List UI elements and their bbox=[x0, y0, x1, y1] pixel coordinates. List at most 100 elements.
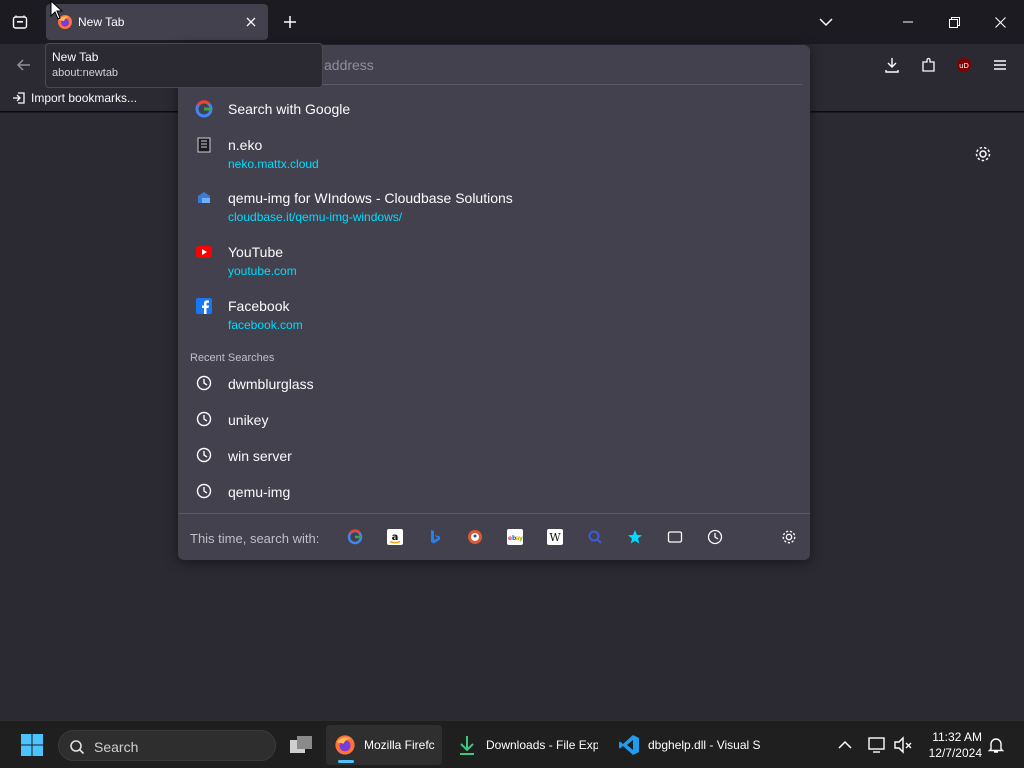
result-url: youtube.com bbox=[228, 264, 297, 278]
mouse-cursor-icon bbox=[50, 0, 64, 20]
firefox-icon bbox=[335, 735, 355, 755]
result-title: Facebook bbox=[228, 298, 290, 314]
back-button[interactable] bbox=[12, 53, 36, 77]
extensions-button[interactable] bbox=[917, 53, 941, 77]
url-input[interactable]: address bbox=[324, 57, 374, 73]
network-button[interactable] bbox=[865, 733, 889, 757]
tooltip-title: New Tab bbox=[52, 50, 99, 64]
import-icon bbox=[13, 92, 25, 104]
start-button[interactable] bbox=[20, 733, 44, 757]
result-cloudbase[interactable]: qemu-img for WIndows - Cloudbase Solutio… bbox=[178, 186, 810, 226]
recent-searches-label: Recent Searches bbox=[190, 352, 275, 364]
result-neko[interactable]: n.eko neko.mattx.cloud bbox=[178, 133, 810, 173]
bing-icon[interactable] bbox=[426, 528, 444, 546]
show-hidden-icons-button[interactable] bbox=[833, 733, 857, 757]
result-url: cloudbase.it/qemu-img-windows/ bbox=[228, 210, 403, 224]
vscode-icon bbox=[619, 735, 639, 755]
history-clock-icon bbox=[195, 410, 213, 428]
list-all-tabs-button[interactable] bbox=[814, 10, 838, 34]
puzzle-icon bbox=[922, 57, 935, 72]
svg-text:y: y bbox=[519, 535, 523, 542]
taskbar-app-vscode[interactable]: dbghelp.dll - Visual S bbox=[618, 725, 764, 765]
duckduckgo-icon[interactable] bbox=[466, 528, 484, 546]
close-icon bbox=[994, 16, 1006, 28]
task-view-button[interactable] bbox=[289, 733, 313, 757]
import-bookmarks-button[interactable]: Import bookmarks... bbox=[12, 91, 137, 105]
search-with-label: This time, search with: bbox=[190, 531, 320, 546]
notifications-button[interactable] bbox=[984, 733, 1008, 757]
hamburger-menu-icon bbox=[994, 60, 1006, 70]
amazon-icon[interactable]: a bbox=[386, 528, 404, 546]
ublock-button[interactable]: uD bbox=[952, 53, 976, 77]
recent-search-item[interactable]: win server bbox=[178, 444, 810, 468]
taskbar-search-box[interactable]: Search bbox=[58, 730, 276, 761]
svg-text:W: W bbox=[549, 531, 561, 544]
plus-icon bbox=[284, 16, 296, 28]
close-window-button[interactable] bbox=[977, 0, 1023, 44]
tab-title: New Tab bbox=[78, 15, 125, 29]
ebay-icon[interactable]: ebay bbox=[506, 528, 524, 546]
newtab-settings-button[interactable] bbox=[971, 142, 995, 166]
history-icon[interactable] bbox=[706, 528, 724, 546]
clock-time: 11:32 AM bbox=[932, 730, 982, 744]
restore-button[interactable] bbox=[931, 0, 977, 44]
tooltip-url: about:newtab bbox=[52, 67, 119, 79]
menu-button[interactable] bbox=[988, 53, 1012, 77]
gear-icon bbox=[975, 146, 991, 162]
history-clock-icon bbox=[195, 482, 213, 500]
firefox-view-button[interactable] bbox=[8, 10, 32, 34]
taskbar-app-label: Mozilla Firefc bbox=[364, 738, 435, 752]
recent-search-item[interactable]: dwmblurglass bbox=[178, 372, 810, 396]
result-title: qemu-img for WIndows - Cloudbase Solutio… bbox=[228, 190, 513, 206]
taskbar-app-explorer[interactable]: Downloads - File Exp bbox=[456, 725, 602, 765]
svg-text:uD: uD bbox=[959, 62, 969, 70]
chevron-down-icon bbox=[819, 18, 833, 27]
recent-search-item[interactable]: unikey bbox=[178, 408, 810, 432]
history-clock-icon bbox=[195, 374, 213, 392]
result-youtube[interactable]: YouTube youtube.com bbox=[178, 240, 810, 280]
tab-new-tab[interactable]: New Tab bbox=[46, 4, 268, 40]
neko-icon bbox=[195, 136, 213, 154]
search-settings-gear-icon[interactable] bbox=[780, 528, 798, 546]
search-icon[interactable] bbox=[586, 528, 604, 546]
network-monitor-icon bbox=[868, 737, 885, 753]
tab-tooltip: New Tab about:newtab bbox=[45, 43, 323, 88]
recent-search-text: win server bbox=[228, 448, 292, 464]
chevron-up-icon bbox=[838, 740, 852, 749]
windows-logo-icon bbox=[21, 734, 43, 756]
result-title: Search with Google bbox=[228, 101, 351, 117]
facebook-icon bbox=[195, 297, 213, 315]
bookmarks-star-icon[interactable] bbox=[626, 528, 644, 546]
result-search-google[interactable]: Search with Google bbox=[178, 97, 810, 121]
volume-button[interactable] bbox=[891, 733, 915, 757]
result-title: n.eko bbox=[228, 137, 263, 153]
task-view-icon bbox=[290, 736, 312, 753]
recent-search-text: unikey bbox=[228, 412, 269, 428]
import-bookmarks-label: Import bookmarks... bbox=[31, 91, 138, 105]
google-icon[interactable] bbox=[346, 528, 364, 546]
bell-icon bbox=[987, 738, 1005, 753]
download-icon bbox=[885, 58, 899, 73]
download-arrow-icon bbox=[460, 736, 474, 755]
recent-search-item[interactable]: qemu-img bbox=[178, 480, 810, 504]
taskbar-search-label: Search bbox=[94, 739, 139, 755]
title-bar: New Tab bbox=[0, 0, 1024, 44]
windows-taskbar: Search Mozilla Firefc Downloads - File E… bbox=[0, 720, 1024, 768]
minimize-button[interactable] bbox=[885, 0, 931, 44]
firefox-view-icon bbox=[12, 15, 28, 29]
result-url: neko.mattx.cloud bbox=[228, 157, 319, 171]
wikipedia-icon[interactable]: W bbox=[546, 528, 564, 546]
youtube-icon bbox=[195, 243, 213, 261]
taskbar-app-firefox[interactable]: Mozilla Firefc bbox=[326, 725, 442, 765]
recent-search-text: dwmblurglass bbox=[228, 376, 314, 392]
result-facebook[interactable]: Facebook facebook.com bbox=[178, 294, 810, 334]
search-icon bbox=[70, 740, 85, 755]
taskbar-app-label: Downloads - File Exp bbox=[486, 738, 598, 752]
cloudbase-icon bbox=[195, 189, 213, 207]
tabs-icon[interactable] bbox=[666, 528, 684, 546]
system-clock[interactable]: 11:32 AM 12/7/2024 bbox=[929, 729, 982, 761]
downloads-button[interactable] bbox=[880, 53, 904, 77]
new-tab-button[interactable] bbox=[278, 10, 302, 34]
close-tab-icon[interactable] bbox=[242, 13, 260, 31]
speaker-muted-icon bbox=[894, 736, 912, 754]
